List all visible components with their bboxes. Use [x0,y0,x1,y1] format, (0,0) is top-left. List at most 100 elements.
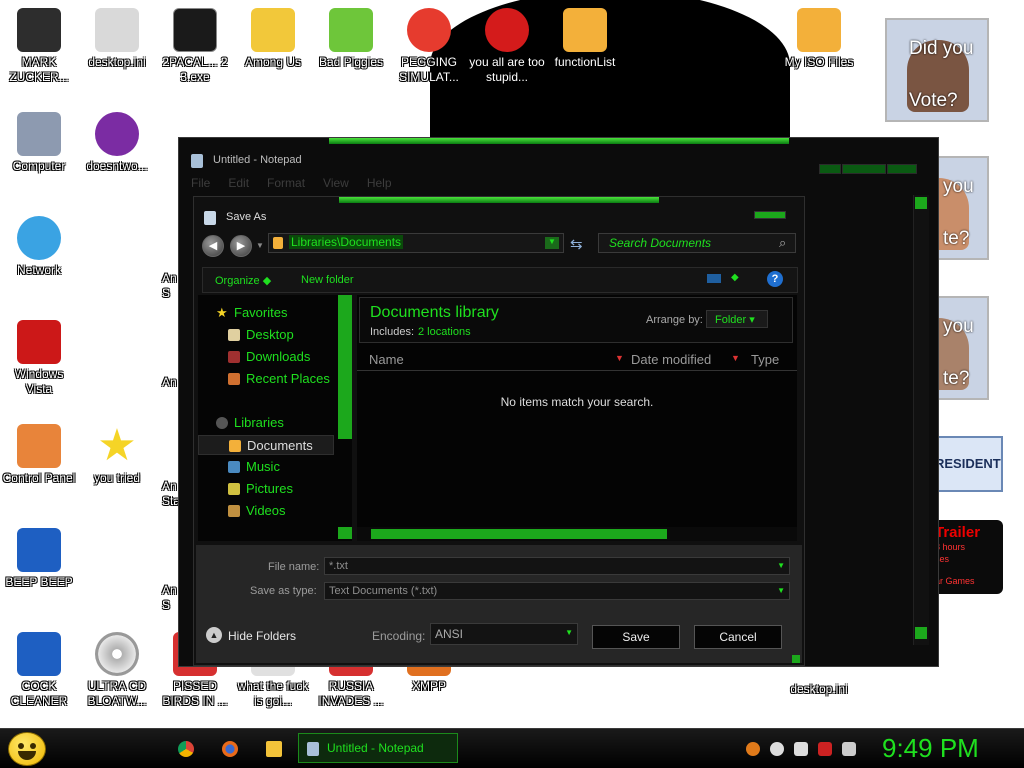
nav-documents[interactable]: Documents [198,435,334,455]
back-button[interactable]: ◀ [202,235,224,257]
desktop-icon-2pacal[interactable]: 2PACAL... 2 3.exe [156,8,234,85]
desktop-icon-mark-zucker[interactable]: MARK ZUCKER... [0,8,78,85]
nav-pictures[interactable]: Pictures [198,479,334,499]
encoding-dropdown-icon[interactable]: ▼ [565,628,573,637]
save-type-dropdown-icon[interactable]: ▼ [777,583,785,599]
desktop-icon-pegging[interactable]: PEGGING SIMULAT... [390,8,468,85]
resize-grip-icon[interactable] [792,655,800,663]
refresh-icon[interactable]: ⇆ [570,235,583,253]
arrange-by-dropdown[interactable]: Folder ▾ [706,310,768,328]
scroll-up-icon[interactable] [915,197,927,209]
desktop-icon-computer[interactable]: Computer [0,112,78,174]
scroll-down-icon[interactable] [915,627,927,639]
trailer-title: Trailer [935,524,981,541]
blue-book-icon [17,632,61,676]
horizontal-scrollbar[interactable] [357,527,797,541]
menu-view[interactable]: View [323,176,349,194]
file-name-dropdown-icon[interactable]: ▼ [777,558,785,574]
address-dropdown-icon[interactable]: ▼ [545,237,559,249]
includes-link[interactable]: 2 locations [418,326,471,338]
column-date-modified[interactable]: Date modified [631,351,743,369]
desktop-icon-desktop-ini[interactable]: desktop.ini [78,8,156,70]
recent-places-icon [228,373,240,385]
column-type[interactable]: Type [751,351,795,369]
organize-button[interactable]: Organize ◆ [215,274,271,287]
search-tray-icon[interactable] [746,742,760,756]
save-button[interactable]: Save [592,625,680,649]
file-name-input[interactable]: *.txt ▼ [324,557,790,575]
history-dropdown-icon[interactable]: ▼ [256,241,264,250]
empty-message: No items match your search. [500,395,654,409]
nav-videos[interactable]: Videos [198,501,334,521]
hide-folders-chevron-icon[interactable]: ▲ [206,627,222,643]
icon-label: Computer [12,159,66,173]
desktop-icon-windows-vista[interactable]: Windows Vista [0,320,78,397]
save-type-select[interactable]: Text Documents (*.txt) ▼ [324,582,790,600]
desktop-icon-cock-cleaner[interactable]: COCK CLEANER [0,632,78,709]
network-error-icon[interactable] [818,742,832,756]
desktop-icon-beep-beep[interactable]: BEEP BEEP [0,528,78,590]
volume-icon[interactable] [842,742,856,756]
menu-file[interactable]: File [191,176,210,194]
close-button[interactable] [887,164,917,174]
maximize-button[interactable] [842,164,886,174]
column-name[interactable]: Name [369,351,619,369]
desktop-icon-doesntwo[interactable]: doesntwo... [78,112,156,174]
search-box[interactable]: Search Documents ⌕ [598,233,796,253]
action-center-flag-icon[interactable] [794,742,808,756]
taskbar-clock[interactable]: 9:49 PM [882,733,979,764]
encoding-select[interactable]: ANSI ▼ [430,623,578,645]
nav-label: Music [246,459,280,474]
desktop-icon-control-panel[interactable]: Control Panel [0,424,78,486]
desktop-icon-ultra-cd[interactable]: ULTRA CD BLOATW... [78,632,156,709]
nav-favorites[interactable]: ★ Favorites [198,303,334,323]
nav-libraries[interactable]: Libraries [198,413,334,433]
desktop-icon-among-us[interactable]: Among Us [234,8,312,70]
explorer-folder-icon[interactable] [266,741,282,757]
forward-button[interactable]: ▶ [230,235,252,257]
notepad-title-bar[interactable]: Untitled - Notepad [189,150,929,174]
horizontal-scroll-thumb[interactable] [371,529,667,539]
nav-recent-places[interactable]: Recent Places [198,369,334,389]
nav-scroll-down-icon[interactable] [338,527,352,539]
messenger-tray-icon[interactable] [770,742,784,756]
chrome-icon[interactable] [178,741,194,757]
minimize-button[interactable] [819,164,841,174]
address-path: Libraries\Documents [289,235,404,249]
desktop-icon-my-iso-files[interactable]: My ISO Files [780,8,858,70]
desktop-icon-bad-piggies[interactable]: Bad Piggies [312,8,390,70]
view-dropdown-icon[interactable]: ◆ [731,272,739,283]
taskbar-notepad-button[interactable]: Untitled - Notepad [298,733,458,763]
address-bar[interactable]: Libraries\Documents ▼ [268,233,564,253]
nav-scrollbar-thumb[interactable] [338,295,352,439]
desktop-icon-you-tried[interactable]: ★ you tried [78,424,156,486]
cancel-button[interactable]: Cancel [694,625,782,649]
trailer-line: ar Games [935,576,975,586]
view-options-icon[interactable] [707,274,721,283]
desktop-icon-dev-cpp[interactable]: you all are too stupid... [468,8,546,85]
dialog-close-button[interactable] [754,211,786,219]
firefox-icon[interactable] [222,741,238,757]
nav-label: Pictures [246,481,293,496]
nav-desktop[interactable]: Desktop [198,325,334,345]
desktop-icon-functionlist[interactable]: functionList [546,8,624,70]
desktop: MARK ZUCKER... Computer Network Windows … [0,0,1024,728]
desktop-icon-network[interactable]: Network [0,216,78,278]
nav-music[interactable]: Music [198,457,334,477]
console-icon [173,8,217,52]
notepad-vertical-scrollbar[interactable] [913,195,929,645]
nav-downloads[interactable]: Downloads [198,347,334,367]
menu-format[interactable]: Format [267,176,305,194]
start-button[interactable] [8,732,46,766]
help-icon[interactable]: ? [767,271,783,287]
menu-help[interactable]: Help [367,176,392,194]
hide-folders-button[interactable]: Hide Folders [228,629,296,643]
notepad-window[interactable]: Untitled - Notepad File Edit Format View… [178,137,939,667]
card-text-top: Did you [909,38,974,59]
menu-edit[interactable]: Edit [228,176,249,194]
smiley-eye-icon [30,743,36,749]
new-folder-button[interactable]: New folder [301,274,354,286]
videos-icon [228,505,240,517]
icon-label: Among Us [244,55,302,69]
save-as-dialog[interactable]: Save As ◀ ▶ ▼ Libraries\Documents ▼ ⇆ Se… [193,196,805,666]
